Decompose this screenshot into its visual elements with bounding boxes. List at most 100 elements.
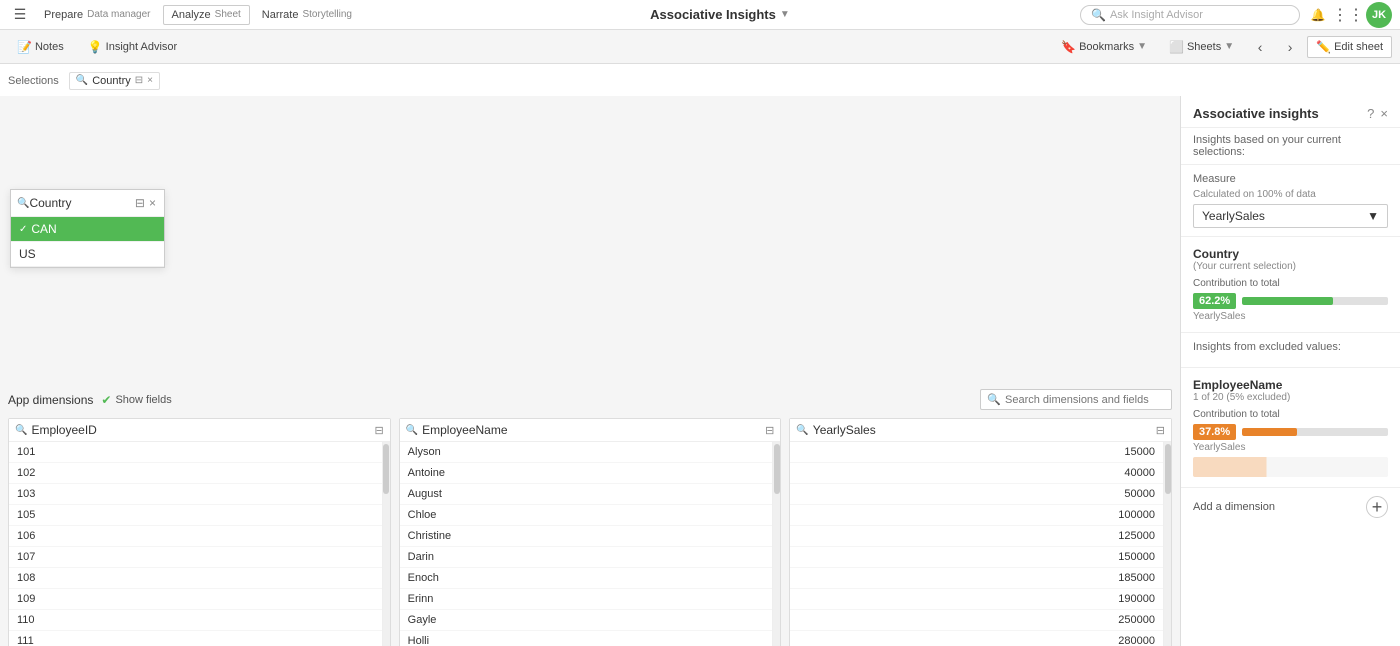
hamburger-button[interactable]: ☰ [8, 3, 32, 27]
table-row[interactable]: 250000 [790, 610, 1163, 631]
emp-bar-fill [1242, 428, 1297, 436]
show-fields-label: Show fields [115, 394, 171, 406]
table-row[interactable]: 190000 [790, 589, 1163, 610]
excluded-title: Insights from excluded values: [1193, 341, 1388, 353]
sheets-button[interactable]: ⬜ Sheets ▼ [1160, 36, 1243, 58]
insights-panel-title: Associative insights [1193, 106, 1367, 121]
table-row[interactable]: 108 [9, 568, 382, 589]
country-listbox-title: Country [29, 196, 132, 210]
ask-placeholder: Ask Insight Advisor [1110, 9, 1203, 21]
check-icon: ✓ [19, 224, 27, 235]
table-row[interactable]: Alyson [400, 442, 773, 463]
table-row[interactable]: 100000 [790, 505, 1163, 526]
add-dimension-row[interactable]: Add a dimension + [1181, 488, 1400, 526]
measure-value: YearlySales [1202, 209, 1265, 223]
selections-label: Selections [8, 75, 59, 87]
table-row[interactable]: 185000 [790, 568, 1163, 589]
table-row[interactable]: Gayle [400, 610, 773, 631]
insights-close-button[interactable]: × [1380, 106, 1388, 121]
dropdown-arrow[interactable]: ▼ [780, 9, 790, 20]
add-dim-icon[interactable]: + [1366, 496, 1388, 518]
employeename-scroll-area[interactable]: Alyson Antoine August Chloe Christine Da… [400, 442, 773, 646]
table-row[interactable]: 110 [9, 610, 382, 631]
table-row[interactable]: Antoine [400, 463, 773, 484]
table-row[interactable]: 280000 [790, 631, 1163, 646]
table-row[interactable]: August [400, 484, 773, 505]
table-row[interactable]: 15000 [790, 442, 1163, 463]
app-title-text: Associative Insights [650, 7, 776, 22]
table-row[interactable]: Holli [400, 631, 773, 646]
table-row[interactable]: 106 [9, 526, 382, 547]
table-row[interactable]: Enoch [400, 568, 773, 589]
emp-mini-chart [1193, 457, 1388, 477]
employeeid-scrollbar[interactable] [382, 442, 390, 646]
prev-icon: ‹ [1258, 39, 1263, 55]
table-row[interactable]: Chloe [400, 505, 773, 526]
show-fields-toggle[interactable]: ✔ Show fields [101, 393, 171, 407]
employeename-scrollbar[interactable] [772, 442, 780, 646]
prev-sheet-button[interactable]: ‹ [1247, 34, 1273, 60]
insight-advisor-label: Insight Advisor [106, 41, 178, 53]
table-row[interactable]: 105 [9, 505, 382, 526]
excluded-section: Insights from excluded values: [1181, 333, 1400, 368]
search-icon: 🔍 [1091, 8, 1106, 22]
country-selection-chip[interactable]: 🔍 Country ⊟ × [69, 72, 160, 90]
insights-panel: Associative insights ? × Insights based … [1180, 96, 1400, 646]
edit-sheet-button[interactable]: ✏️ Edit sheet [1307, 36, 1392, 58]
table-row[interactable]: 101 [9, 442, 382, 463]
yearlysales-scrollbar[interactable] [1163, 442, 1171, 646]
notes-button[interactable]: 📝 Notes [8, 36, 73, 58]
top-bar-left: ☰ Prepare Data manager Analyze Sheet Nar… [8, 3, 360, 27]
dim-search-box[interactable]: 🔍 [980, 389, 1172, 410]
prepare-button[interactable]: Prepare Data manager [36, 6, 159, 24]
listbox-item-US[interactable]: US [11, 242, 164, 267]
listbox-item-CAN[interactable]: ✓ CAN [11, 217, 164, 242]
user-avatar[interactable]: JK [1366, 2, 1392, 28]
employeeid-list-icon[interactable]: ⊟ [374, 424, 383, 437]
analyze-label: Analyze [172, 9, 211, 21]
table-row[interactable]: 103 [9, 484, 382, 505]
notification-button[interactable]: 🔔 [1306, 3, 1330, 27]
table-row[interactable]: Darin [400, 547, 773, 568]
bookmarks-arrow: ▼ [1137, 41, 1147, 52]
analyze-button[interactable]: Analyze Sheet [163, 5, 250, 25]
employeeid-scroll-area[interactable]: 101 102 103 105 106 107 108 109 110 111 [9, 442, 382, 646]
scroll-thumb [1165, 444, 1171, 494]
employeename-content: Alyson Antoine August Chloe Christine Da… [400, 442, 781, 646]
ask-insight-advisor-input[interactable]: 🔍 Ask Insight Advisor [1080, 5, 1300, 25]
table-row[interactable]: 107 [9, 547, 382, 568]
dim-search-input[interactable] [1005, 394, 1165, 406]
bookmarks-button[interactable]: 🔖 Bookmarks ▼ [1052, 36, 1156, 58]
table-row[interactable]: Erinn [400, 589, 773, 610]
table-row[interactable]: 150000 [790, 547, 1163, 568]
yearlysales-list-icon[interactable]: ⊟ [1156, 424, 1165, 437]
checkbox-checked-icon: ✔ [101, 393, 111, 407]
employeeid-title: EmployeeID [31, 423, 374, 437]
insight-advisor-button[interactable]: 💡 Insight Advisor [79, 36, 187, 58]
country-chip-label: Country [92, 75, 131, 87]
yearlysales-title: YearlySales [813, 423, 1156, 437]
chip-clear-button[interactable]: × [147, 75, 153, 86]
listbox-close-icon[interactable]: × [147, 194, 158, 212]
employeename-list-icon[interactable]: ⊟ [765, 424, 774, 437]
table-row[interactable]: Christine [400, 526, 773, 547]
table-row[interactable]: 102 [9, 463, 382, 484]
measure-section: Measure Calculated on 100% of data Yearl… [1181, 165, 1400, 237]
measure-dropdown[interactable]: YearlySales ▼ [1193, 204, 1388, 228]
narrate-button[interactable]: Narrate Storytelling [254, 6, 360, 24]
listbox-list-icon[interactable]: ⊟ [133, 194, 147, 212]
emp-card-subtitle: 1 of 20 (5% excluded) [1193, 392, 1388, 403]
apps-button[interactable]: ⋮⋮ [1336, 3, 1360, 27]
prepare-label: Prepare [44, 9, 83, 21]
table-row[interactable]: 40000 [790, 463, 1163, 484]
edit-sheet-label: Edit sheet [1334, 41, 1383, 53]
insights-help-icon[interactable]: ? [1367, 106, 1374, 121]
employee-insight-card: EmployeeName 1 of 20 (5% excluded) Contr… [1181, 368, 1400, 488]
table-row[interactable]: 109 [9, 589, 382, 610]
table-row[interactable]: 50000 [790, 484, 1163, 505]
table-row[interactable]: 111 [9, 631, 382, 646]
yearlysales-scroll-area[interactable]: 15000 40000 50000 100000 125000 150000 1… [790, 442, 1163, 646]
app-dimensions-section: App dimensions ✔ Show fields 🔍 🔍 Employe… [0, 381, 1180, 646]
next-sheet-button[interactable]: › [1277, 34, 1303, 60]
table-row[interactable]: 125000 [790, 526, 1163, 547]
